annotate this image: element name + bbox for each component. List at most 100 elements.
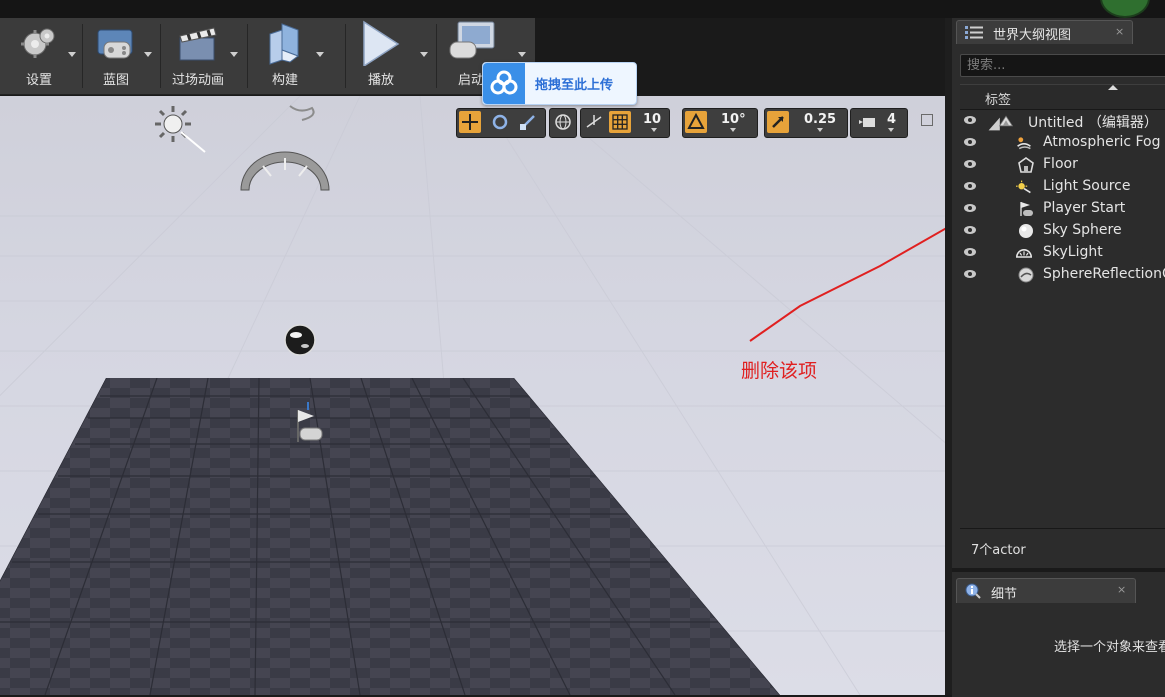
toolbar-divider xyxy=(82,24,83,88)
outliner-footer: 7个actor xyxy=(960,528,1165,569)
upload-tooltip-text: 拖拽至此上传 xyxy=(535,78,614,93)
close-tab-icon[interactable]: × xyxy=(1115,25,1124,38)
blueprint-dropdown-arrow-icon[interactable] xyxy=(144,52,152,57)
rotation-snap-dropdown-icon[interactable] xyxy=(730,128,736,132)
details-empty-hint: 选择一个对象来查看细节。 xyxy=(1054,640,1165,655)
visibility-eye-icon[interactable] xyxy=(964,138,976,146)
play-button[interactable]: 播放 xyxy=(350,18,428,94)
outliner-row-light-source[interactable]: Light Source xyxy=(960,176,1165,198)
globe-icon xyxy=(552,111,574,133)
annotation-label: 删除该项 xyxy=(741,360,818,382)
outliner-row-player-start[interactable]: Player Start xyxy=(960,198,1165,220)
build-blocks-icon xyxy=(269,23,300,65)
details-panel: 细节 × 选择一个对象来查看细节。 xyxy=(952,570,1165,697)
visibility-eye-icon[interactable] xyxy=(964,248,976,256)
maximize-viewport-icon[interactable] xyxy=(921,114,933,126)
camera-speed-value[interactable]: 4 xyxy=(887,112,896,127)
surface-snap-icon[interactable] xyxy=(583,111,605,133)
tab-world-outliner[interactable]: 世界大纲视图 × xyxy=(956,20,1133,44)
main-toolbar: 设置 蓝图 过场动画 构建 播放 启动 xyxy=(0,18,535,95)
camera-speed-dropdown-icon[interactable] xyxy=(888,128,894,132)
outliner-search[interactable] xyxy=(960,54,1165,77)
info-icon xyxy=(965,583,981,599)
settings-button[interactable]: 设置 xyxy=(8,18,76,94)
outliner-row-untitled[interactable]: Untitled （编辑器） xyxy=(960,110,1165,132)
level-viewport[interactable]: 10 10° 0.25 4 删除该项 xyxy=(0,96,945,695)
upload-tooltip[interactable]: 拖拽至此上传 xyxy=(482,62,637,105)
visibility-eye-icon[interactable] xyxy=(964,182,976,190)
grid-snap-icon[interactable] xyxy=(609,111,631,133)
world-icon xyxy=(998,115,1014,127)
column-header-label: 标签 xyxy=(985,93,1012,108)
visibility-eye-icon[interactable] xyxy=(964,226,976,234)
static-mesh-icon xyxy=(1018,157,1034,173)
camera-speed-icon xyxy=(857,111,879,133)
toolbar-divider xyxy=(436,24,437,88)
transform-mode-group xyxy=(456,108,546,138)
grid-snap-dropdown-icon[interactable] xyxy=(651,128,657,132)
blueprint-label: 蓝图 xyxy=(102,73,129,88)
outliner-row-floor[interactable]: Floor xyxy=(960,154,1165,176)
outliner-row-skylight[interactable]: SkyLight xyxy=(960,242,1165,264)
settings-gears-icon xyxy=(21,28,55,58)
camera-speed-group[interactable]: 4 xyxy=(850,108,908,138)
reflection-capture-icon xyxy=(1018,267,1034,283)
label-column-header[interactable]: 标签 xyxy=(960,84,1165,110)
grid-snap-value[interactable]: 10 xyxy=(643,112,661,127)
build-label: 构建 xyxy=(271,73,298,88)
atmospheric-fog-sprite-icon xyxy=(289,105,315,121)
play-triangle-icon xyxy=(363,20,400,66)
outliner-list-icon xyxy=(965,26,983,39)
scale-snap-icon[interactable] xyxy=(767,111,789,133)
outliner-row-sphere-reflection[interactable]: SphereReflectionCapture xyxy=(960,264,1165,286)
scale-snap-group: 0.25 xyxy=(764,108,848,138)
toolbar-divider xyxy=(160,24,161,88)
title-strip xyxy=(0,0,1165,18)
rotation-snap-icon[interactable] xyxy=(685,111,707,133)
sphere-icon xyxy=(1019,224,1033,238)
cinematics-label: 过场动画 xyxy=(171,73,224,88)
toolbar-divider xyxy=(247,24,248,88)
play-label: 播放 xyxy=(367,73,394,88)
rotate-mode-icon[interactable] xyxy=(489,111,511,133)
directional-light-icon xyxy=(1016,180,1031,194)
cinematics-dropdown-arrow-icon[interactable] xyxy=(230,52,238,57)
rotation-snap-value[interactable]: 10° xyxy=(721,112,746,127)
play-dropdown-arrow-icon[interactable] xyxy=(420,52,428,57)
reflection-capture-sprite-icon xyxy=(284,324,316,356)
translate-mode-icon[interactable] xyxy=(459,111,481,133)
actor-count: 7个actor xyxy=(971,543,1026,558)
outliner-item-label: Sky Sphere xyxy=(1043,222,1122,238)
floor-mesh xyxy=(0,378,780,695)
cinematics-button[interactable]: 过场动画 xyxy=(164,18,238,94)
visibility-eye-icon[interactable] xyxy=(964,270,976,278)
settings-dropdown-arrow-icon[interactable] xyxy=(68,52,76,57)
scale-mode-icon[interactable] xyxy=(517,111,539,133)
visibility-eye-icon[interactable] xyxy=(964,204,976,212)
build-dropdown-arrow-icon[interactable] xyxy=(316,52,324,57)
visibility-eye-icon[interactable] xyxy=(964,116,976,124)
blueprint-button[interactable]: 蓝图 xyxy=(86,18,152,94)
outliner-item-label: Light Source xyxy=(1043,178,1131,194)
grid-snap-group: 10 xyxy=(580,108,670,138)
panel-splitter[interactable] xyxy=(945,18,952,695)
outliner-item-label: Atmospheric Fog xyxy=(1043,134,1161,150)
world-local-toggle[interactable] xyxy=(549,108,577,138)
light-source-sprite-icon xyxy=(155,106,206,153)
viewport-scene xyxy=(0,96,945,695)
launch-dropdown-arrow-icon[interactable] xyxy=(518,52,526,57)
world-outliner-panel: 世界大纲视图 × 标签 Untitled （编辑器） Atmospheric F… xyxy=(952,18,1165,568)
tab-details[interactable]: 细节 × xyxy=(956,578,1136,603)
world-outliner-title: 世界大纲视图 xyxy=(993,28,1072,43)
visibility-eye-icon[interactable] xyxy=(964,160,976,168)
search-input[interactable] xyxy=(961,55,1162,76)
sort-ascending-icon[interactable] xyxy=(1108,85,1118,90)
scale-snap-dropdown-icon[interactable] xyxy=(817,128,823,132)
build-button[interactable]: 构建 xyxy=(252,18,324,94)
atmospheric-fog-icon xyxy=(1017,137,1031,150)
outliner-row-sky-sphere[interactable]: Sky Sphere xyxy=(960,220,1165,242)
close-tab-icon[interactable]: × xyxy=(1117,583,1126,596)
outliner-row-atmospheric-fog[interactable]: Atmospheric Fog xyxy=(960,132,1165,154)
outliner-item-label: SkyLight xyxy=(1043,244,1103,260)
scale-snap-value[interactable]: 0.25 xyxy=(804,112,836,127)
